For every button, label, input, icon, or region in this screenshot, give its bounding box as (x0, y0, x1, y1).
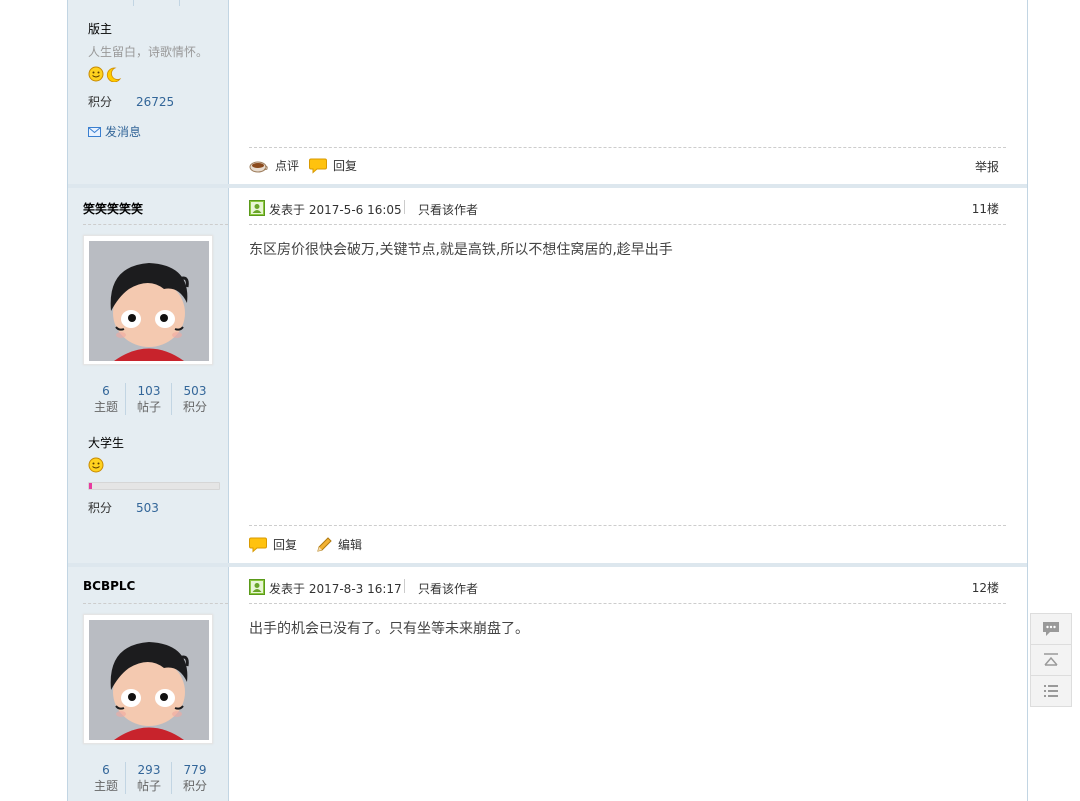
stat-threads[interactable]: 6 主题 (83, 762, 129, 794)
post-floor-11: 笑笑笑笑笑 6 主题 103 帖子 503 积分 大学生 积分 503 发表于 … (68, 188, 1027, 564)
stat-label: 积分 (182, 779, 207, 793)
points-label: 积分 (88, 95, 113, 109)
stat-posts[interactable]: 103 帖子 (125, 383, 172, 415)
post-content: 东区房价很快会破万,关键节点,就是高铁,所以不想住窝居的,趁早出手 (249, 242, 673, 258)
points-value[interactable]: 26725 (136, 95, 174, 109)
report-link[interactable]: 举报 (975, 158, 999, 175)
post-meta: 发表于 2017-5-6 16:05 只看该作者 11楼 (249, 200, 1006, 218)
divider (249, 603, 1006, 604)
user-rank: 大学生 (88, 436, 125, 450)
edit-label: 编辑 (338, 538, 363, 552)
reply-label: 回复 (273, 538, 298, 552)
author-username[interactable]: 笑笑笑笑笑 (83, 200, 143, 217)
comment-icon (1043, 622, 1059, 636)
stat-number: 503 (183, 384, 207, 398)
divider (83, 224, 228, 225)
only-author-link[interactable]: 只看该作者 (418, 580, 478, 597)
author-sidebar: 版主 人生留白，诗歌情怀。 积分 26725 发消息 (68, 0, 229, 184)
reply-button[interactable]: 回复 (309, 157, 357, 174)
level-progress-bar (88, 482, 220, 490)
send-message-link[interactable]: 发消息 (88, 123, 141, 140)
post-actions: 回复 编辑 (249, 536, 1006, 554)
reply-label: 回复 (333, 159, 358, 173)
only-author-link[interactable]: 只看该作者 (418, 201, 478, 218)
avatar[interactable] (83, 614, 213, 744)
stat-points[interactable]: 779 积分 (171, 762, 218, 794)
stat-posts[interactable]: 293 帖子 (125, 762, 172, 794)
post-main: 发表于 2017-8-3 16:17 只看该作者 12楼 出手的机会已没有了。只… (249, 567, 1006, 801)
back-to-top-button[interactable] (1030, 644, 1072, 676)
post-main: 发表于 2017-5-6 16:05 只看该作者 11楼 东区房价很快会破万,关… (249, 188, 1006, 564)
medal-icons (88, 66, 124, 85)
speech-bubble-icon (249, 537, 267, 553)
author-sidebar: BCBPLC 6 主题 293 帖子 779 积分 (68, 567, 229, 801)
divider (404, 200, 405, 214)
level-progress-fill (89, 483, 92, 489)
divider (83, 603, 228, 604)
user-rank: 版主 (88, 22, 113, 36)
post-meta: 发表于 2017-8-3 16:17 只看该作者 12楼 (249, 579, 1006, 597)
speech-bubble-icon (309, 158, 327, 174)
stat-number: 103 (137, 384, 161, 398)
user-online-icon (249, 579, 265, 595)
author-username[interactable]: BCBPLC (83, 579, 135, 593)
quick-reply-button[interactable] (1030, 613, 1072, 645)
stat-threads[interactable]: 6 主题 (83, 383, 129, 415)
floor-number[interactable]: 11楼 (972, 200, 999, 217)
divider (249, 525, 1006, 526)
avatar[interactable] (83, 235, 213, 365)
stat-label: 帖子 (136, 400, 161, 414)
points-label: 积分 (88, 501, 113, 515)
user-points: 积分 26725 (88, 93, 174, 110)
floor-number[interactable]: 12楼 (972, 579, 999, 596)
stat-label: 帖子 (136, 779, 161, 793)
author-sidebar: 笑笑笑笑笑 6 主题 103 帖子 503 积分 大学生 积分 503 (68, 188, 229, 564)
divider (249, 147, 1006, 148)
stat-points[interactable]: 503 积分 (171, 383, 218, 415)
thread-container: 版主 人生留白，诗歌情怀。 积分 26725 发消息 点评 回复 举报 笑笑笑笑… (67, 0, 1028, 801)
user-stats: 6 主题 103 帖子 503 积分 (83, 383, 221, 419)
post-floor-12: BCBPLC 6 主题 293 帖子 779 积分 发表于 2017-8-3 1… (68, 567, 1027, 801)
return-to-list-button[interactable] (1030, 675, 1072, 707)
reply-button[interactable]: 回复 (249, 536, 297, 553)
divider (249, 224, 1006, 225)
edit-button[interactable]: 编辑 (316, 536, 362, 553)
post-previous: 版主 人生留白，诗歌情怀。 积分 26725 发消息 点评 回复 举报 (68, 0, 1027, 184)
envelope-icon (88, 126, 101, 137)
stat-label: 主题 (93, 779, 118, 793)
stat-label: 主题 (93, 400, 118, 414)
back-to-top-icon (1044, 653, 1058, 666)
post-content: 出手的机会已没有了。只有坐等未来崩盘了。 (249, 621, 529, 637)
user-points: 积分 503 (88, 499, 159, 516)
pencil-icon (317, 536, 332, 552)
cartoon-boy-avatar (89, 620, 209, 740)
user-online-icon (249, 200, 265, 216)
stat-number: 293 (137, 763, 161, 777)
stat-label: 积分 (182, 400, 207, 414)
comment-label: 点评 (275, 159, 300, 173)
divider (404, 579, 405, 593)
stat-number: 6 (102, 384, 110, 398)
user-signature: 人生留白，诗歌情怀。 (88, 45, 209, 59)
comment-button[interactable]: 点评 (249, 157, 299, 174)
list-icon (1044, 685, 1058, 697)
post-time: 发表于 2017-8-3 16:17 (269, 582, 402, 596)
points-value[interactable]: 503 (136, 501, 159, 515)
send-message-label: 发消息 (105, 125, 142, 139)
post-actions: 点评 回复 举报 (249, 157, 1006, 175)
stat-number: 6 (102, 763, 110, 777)
smiley-icon (88, 457, 104, 476)
cartoon-boy-avatar (89, 241, 209, 361)
stat-number: 779 (183, 763, 207, 777)
user-stats: 6 主题 293 帖子 779 积分 (83, 762, 221, 798)
coffee-cup-icon (249, 161, 268, 172)
post-time: 发表于 2017-5-6 16:05 (269, 203, 402, 217)
post-main: 点评 回复 举报 (249, 0, 1006, 184)
